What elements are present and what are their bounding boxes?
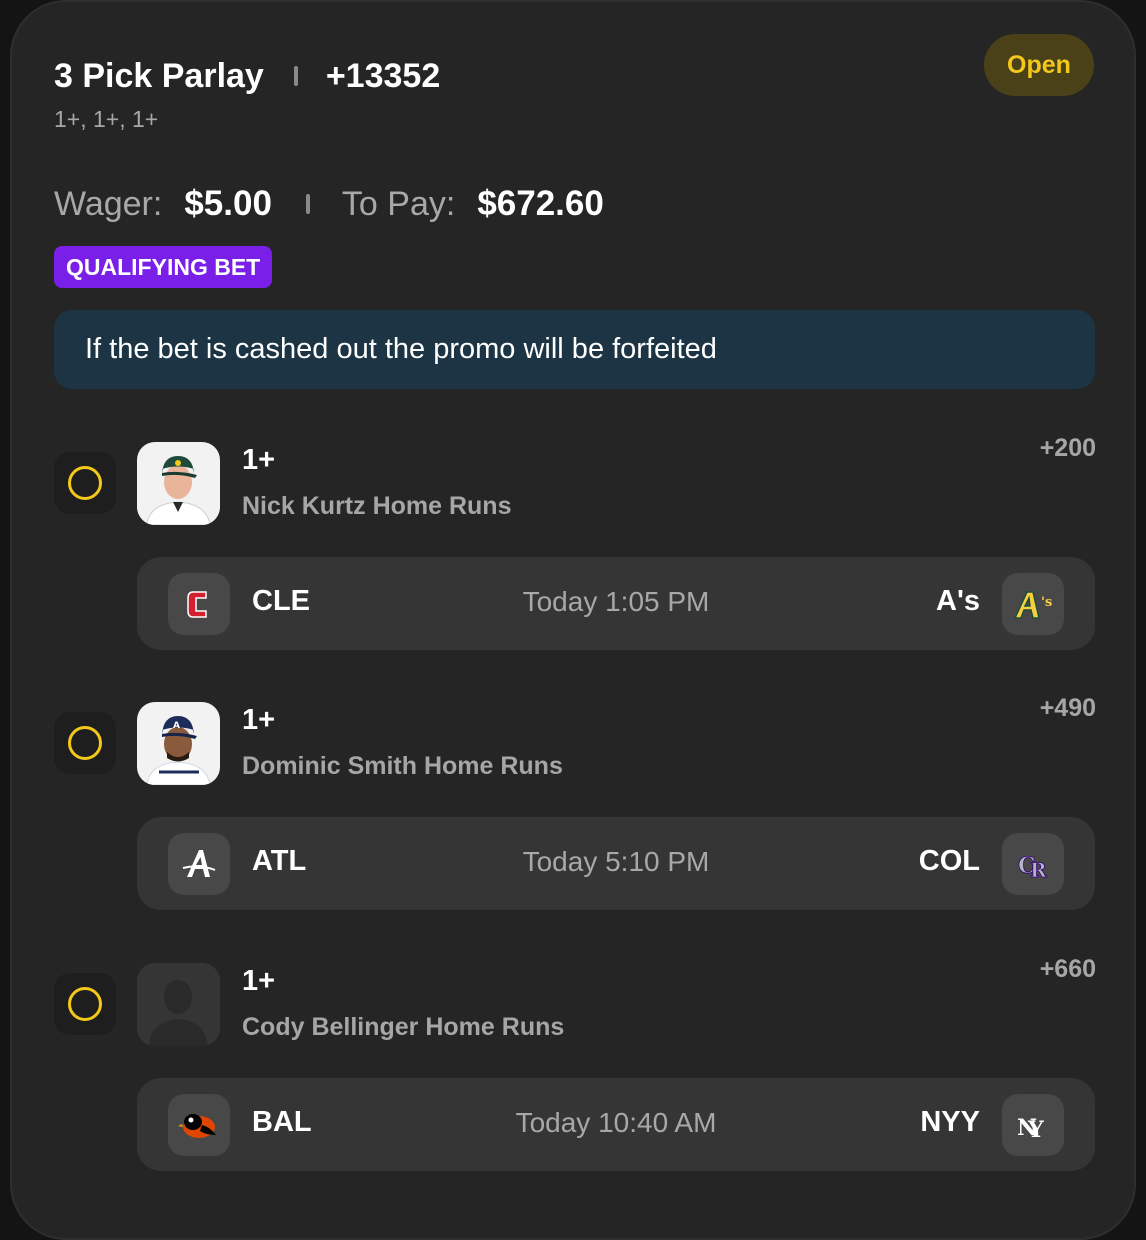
bet-leg: 1+ Nick Kurtz Home Runs +200 CLE Today 1… xyxy=(12,434,1138,682)
game-info[interactable]: CLE Today 1:05 PM A's 's xyxy=(137,557,1095,650)
leg-status-indicator xyxy=(54,452,116,514)
bet-header: 3 Pick Parlay +13352 xyxy=(54,54,440,98)
player-headshot-placeholder xyxy=(137,963,220,1046)
rockies-logo-icon: C R xyxy=(1002,833,1064,895)
game-info[interactable]: BAL Today 10:40 AM NYY N Y xyxy=(137,1078,1095,1171)
pending-ring-icon xyxy=(68,466,102,500)
promo-notice-banner: If the bet is cashed out the promo will … xyxy=(54,310,1095,389)
wager-row: Wager: $5.00 To Pay: $672.60 xyxy=(54,180,604,228)
svg-text:R: R xyxy=(1030,858,1047,882)
leg-description: Dominic Smith Home Runs xyxy=(242,752,563,780)
bet-leg: A 1+ Dominic Smith Home Runs +490 ATL To… xyxy=(12,694,1138,942)
leg-odds: +200 xyxy=(1039,434,1096,462)
leg-line: 1+ xyxy=(242,704,276,736)
parlay-bet-card: 3 Pick Parlay +13352 1+, 1+, 1+ Open Wag… xyxy=(10,0,1136,1240)
svg-text:Y: Y xyxy=(1027,1117,1044,1143)
wager-label: Wager: xyxy=(54,184,163,223)
leg-status-indicator xyxy=(54,973,116,1035)
bet-leg: 1+ Cody Bellinger Home Runs +660 BAL Tod… xyxy=(12,955,1138,1203)
payout-label: To Pay: xyxy=(341,184,456,223)
leg-line: 1+ xyxy=(242,965,276,997)
leg-line: 1+ xyxy=(242,444,276,476)
home-team-abbr: A's xyxy=(936,585,980,617)
status-badge: Open xyxy=(984,34,1094,96)
leg-status-indicator xyxy=(54,712,116,774)
game-info[interactable]: ATL Today 5:10 PM COL C R xyxy=(137,817,1095,910)
athletics-logo-icon: 's xyxy=(1002,573,1064,635)
divider xyxy=(305,194,310,214)
svg-text:A: A xyxy=(173,721,180,731)
wager-value: $5.00 xyxy=(184,184,272,223)
total-odds: +13352 xyxy=(325,56,441,95)
legs-summary: 1+, 1+, 1+ xyxy=(54,106,159,132)
payout-value: $672.60 xyxy=(477,184,604,223)
pending-ring-icon xyxy=(68,987,102,1021)
home-team-abbr: COL xyxy=(918,845,980,877)
svg-text:'s: 's xyxy=(1041,595,1052,610)
divider xyxy=(293,66,298,86)
leg-odds: +660 xyxy=(1039,955,1096,983)
yankees-logo-icon: N Y xyxy=(1002,1094,1064,1156)
qualifying-bet-badge: QUALIFYING BET xyxy=(54,246,273,288)
player-headshot xyxy=(137,442,220,525)
leg-description: Nick Kurtz Home Runs xyxy=(242,492,512,520)
leg-description: Cody Bellinger Home Runs xyxy=(242,1013,565,1041)
leg-odds: +490 xyxy=(1039,694,1096,722)
home-team-abbr: NYY xyxy=(920,1106,980,1138)
bet-title: 3 Pick Parlay xyxy=(54,56,264,95)
pending-ring-icon xyxy=(68,726,102,760)
player-headshot: A xyxy=(137,702,220,785)
